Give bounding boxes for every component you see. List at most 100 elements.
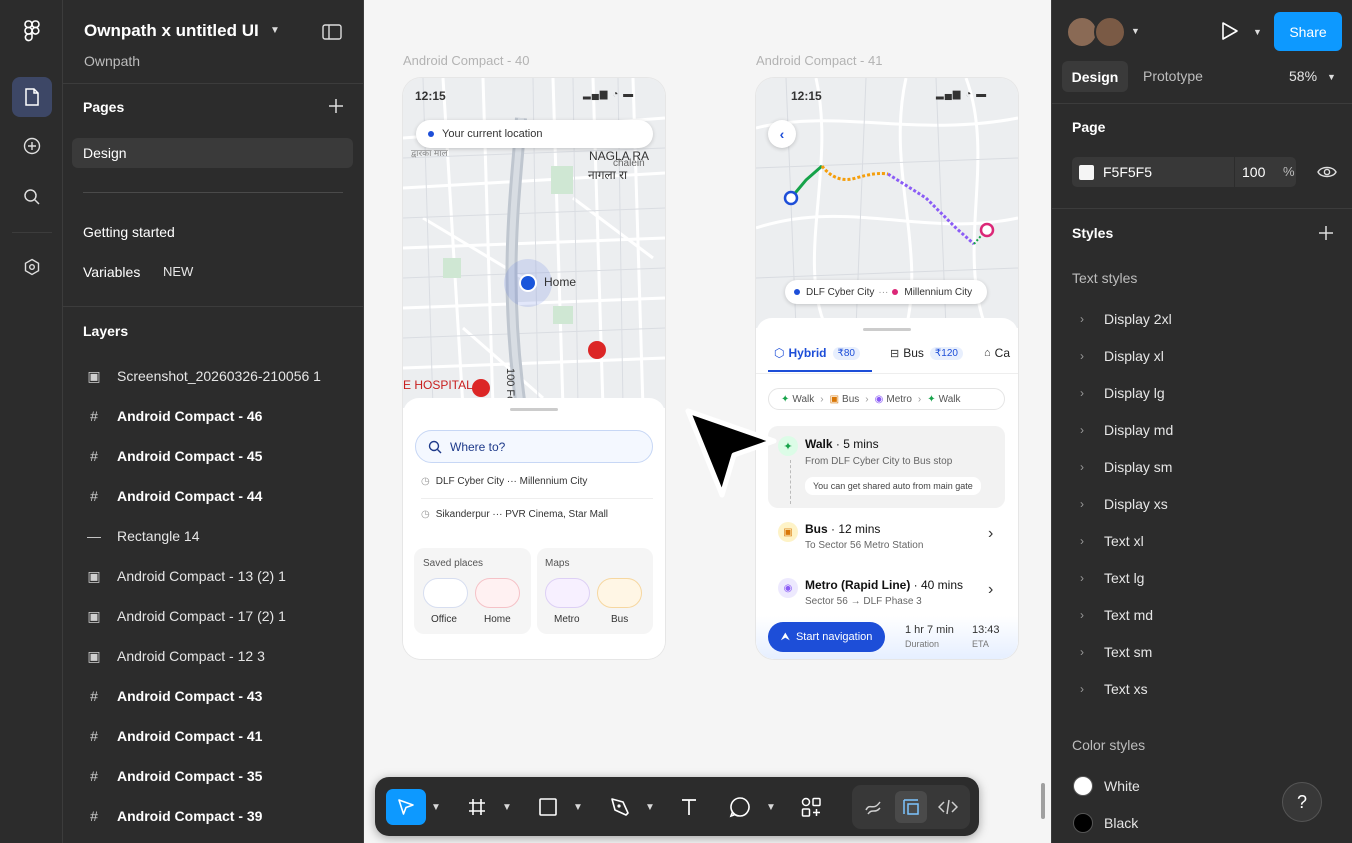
chevron-down-icon[interactable]: ▼ — [1327, 72, 1336, 82]
maps-card[interactable]: Maps Metro Bus — [537, 548, 653, 634]
text-tool-button[interactable] — [673, 789, 705, 825]
chevron-right-icon[interactable]: › — [1080, 460, 1104, 474]
file-title[interactable]: Ownpath x untitled UI — [84, 21, 259, 41]
metro-button[interactable] — [545, 578, 590, 608]
route-endpoints-pill[interactable]: DLF Cyber City ··· Millennium City — [785, 280, 987, 304]
text-style-item[interactable]: › Display xl — [1052, 346, 1352, 366]
step-walk[interactable]: ✦ Walk · 5 mins From DLF Cyber City to B… — [768, 426, 1005, 508]
frame-tool-button[interactable] — [461, 789, 493, 825]
phone-frame-40[interactable]: 12:15 ▂▄▆ ◔ ▬ Your current location NAGL… — [403, 78, 665, 659]
layer-item[interactable]: # Android Compact - 41 — [63, 716, 364, 756]
text-style-item[interactable]: › Text xl — [1052, 531, 1352, 551]
canvas-scrollbar[interactable] — [1041, 783, 1045, 819]
layer-item[interactable]: ▣ Screenshot_20260326-210056 1 — [63, 356, 364, 396]
layer-item[interactable]: # Android Compact - 46 — [63, 396, 364, 436]
layer-item[interactable]: — Rectangle 14 — [63, 516, 364, 556]
page-opacity-value[interactable]: 100 — [1242, 164, 1265, 180]
chevron-right-icon[interactable]: › — [1080, 312, 1104, 326]
zoom-level[interactable]: 58% — [1289, 68, 1317, 84]
phone-frame-41[interactable]: 12:15 ▂▄▆ ◔ ▬ ‹ DLF Cyber City ··· Mille… — [756, 78, 1018, 659]
chevron-right-icon[interactable]: › — [1080, 571, 1104, 585]
step-bus[interactable]: ▣ Bus · 12 mins To Sector 56 Metro Stati… — [768, 513, 1005, 561]
bus-button[interactable] — [597, 578, 642, 608]
text-style-item[interactable]: › Text xs — [1052, 679, 1352, 699]
sheet-handle[interactable] — [863, 328, 911, 331]
file-pages-button[interactable] — [12, 77, 52, 117]
tab-bus[interactable]: ⊟ Bus ₹120 — [890, 346, 963, 360]
visibility-toggle[interactable] — [1317, 164, 1337, 185]
chevron-right-icon[interactable]: › — [1080, 386, 1104, 400]
plugins-button[interactable] — [12, 247, 52, 287]
page-item-getting-started[interactable]: Getting started — [83, 224, 175, 240]
chevron-right-icon[interactable]: › — [1080, 497, 1104, 511]
sheet-handle[interactable] — [510, 408, 558, 411]
search-field[interactable]: Where to? — [415, 430, 653, 463]
frame-label[interactable]: Android Compact - 40 — [403, 53, 529, 68]
chevron-right-icon[interactable]: › — [1080, 645, 1104, 659]
tab-design[interactable]: Design — [1062, 61, 1128, 92]
comment-tool-button[interactable] — [724, 789, 756, 825]
chevron-down-icon[interactable]: ▼ — [1131, 26, 1140, 36]
team-name[interactable]: Ownpath — [84, 53, 140, 69]
tab-cab[interactable]: ⌂ Ca — [984, 346, 1010, 360]
step-metro[interactable]: ◉ Metro (Rapid Line) · 40 mins Sector 56… — [768, 569, 1005, 617]
chevron-right-icon[interactable]: › — [1080, 682, 1104, 696]
add-style-button[interactable] — [1318, 225, 1334, 246]
chevron-right-icon[interactable]: › — [1080, 423, 1104, 437]
avatar[interactable] — [1094, 16, 1126, 48]
text-style-item[interactable]: › Text md — [1052, 605, 1352, 625]
layer-item[interactable]: ▣ Android Compact - 17 (2) 1 — [63, 596, 364, 636]
text-style-item[interactable]: › Display 2xl — [1052, 309, 1352, 329]
frame-label[interactable]: Android Compact - 41 — [756, 53, 882, 68]
tab-hybrid[interactable]: ⬡ Hybrid ₹80 — [774, 346, 860, 360]
current-location-pill[interactable]: Your current location — [416, 120, 653, 148]
add-page-button[interactable] — [328, 98, 344, 119]
pen-tool-button[interactable] — [604, 789, 636, 825]
layer-item[interactable]: # Android Compact - 43 — [63, 676, 364, 716]
text-style-item[interactable]: › Display md — [1052, 420, 1352, 440]
layer-item[interactable]: # Android Compact - 35 — [63, 756, 364, 796]
help-button[interactable]: ? — [1282, 782, 1322, 822]
present-button[interactable] — [1218, 20, 1240, 47]
draw-mode-button[interactable] — [857, 791, 889, 823]
chevron-down-icon[interactable]: ▼ — [270, 25, 280, 36]
move-tool-button[interactable] — [386, 789, 426, 825]
start-navigation-button[interactable]: ⮝ Start navigation — [768, 622, 885, 652]
chevron-down-icon[interactable]: ▼ — [644, 789, 656, 825]
page-color-field[interactable]: F5F5F5 100 % — [1072, 157, 1296, 187]
recent-item[interactable]: ◷ Sikanderpur ··· PVR Cinema, Star Mall — [421, 509, 608, 520]
layer-item[interactable]: ▣ Android Compact - 13 (2) 1 — [63, 556, 364, 596]
share-button[interactable]: Share — [1274, 12, 1342, 51]
chevron-down-icon[interactable]: ▼ — [430, 789, 442, 825]
toggle-sidebar-button[interactable] — [322, 24, 342, 45]
tab-prototype[interactable]: Prototype — [1143, 68, 1203, 84]
layer-item[interactable]: # Android Compact - 44 — [63, 476, 364, 516]
canvas[interactable]: Android Compact - 40 12:15 ▂▄▆ ◔ ▬ Your … — [364, 0, 1051, 843]
chevron-down-icon[interactable]: ▼ — [1253, 27, 1262, 37]
page-color-value[interactable]: F5F5F5 — [1103, 164, 1152, 180]
chevron-down-icon[interactable]: ▼ — [765, 789, 777, 825]
text-style-item[interactable]: › Text lg — [1052, 568, 1352, 588]
shape-tool-button[interactable] — [532, 789, 564, 825]
text-style-item[interactable]: › Text sm — [1052, 642, 1352, 662]
text-style-item[interactable]: › Display xs — [1052, 494, 1352, 514]
chevron-down-icon[interactable]: ▼ — [501, 789, 513, 825]
saved-places-card[interactable]: Saved places Office Home — [414, 548, 531, 634]
dev-mode-button[interactable] — [932, 791, 964, 823]
color-swatch[interactable] — [1079, 165, 1094, 180]
recent-item[interactable]: ◷ DLF Cyber City ··· Millennium City — [421, 476, 587, 487]
text-style-item[interactable]: › Display lg — [1052, 383, 1352, 403]
home-button[interactable] — [475, 578, 520, 608]
chevron-right-icon[interactable]: › — [1080, 534, 1104, 548]
page-item-design[interactable]: Design — [72, 138, 353, 168]
office-button[interactable] — [423, 578, 468, 608]
layer-item[interactable]: # Android Compact - 39 — [63, 796, 364, 836]
chevron-down-icon[interactable]: ▼ — [572, 789, 584, 825]
assets-button[interactable] — [12, 126, 52, 166]
actions-button[interactable] — [795, 789, 827, 825]
chevron-right-icon[interactable]: › — [1080, 608, 1104, 622]
figma-menu-button[interactable] — [12, 11, 52, 51]
page-item-variables[interactable]: Variables — [83, 264, 140, 280]
text-style-item[interactable]: › Display sm — [1052, 457, 1352, 477]
back-button[interactable]: ‹ — [768, 120, 796, 148]
